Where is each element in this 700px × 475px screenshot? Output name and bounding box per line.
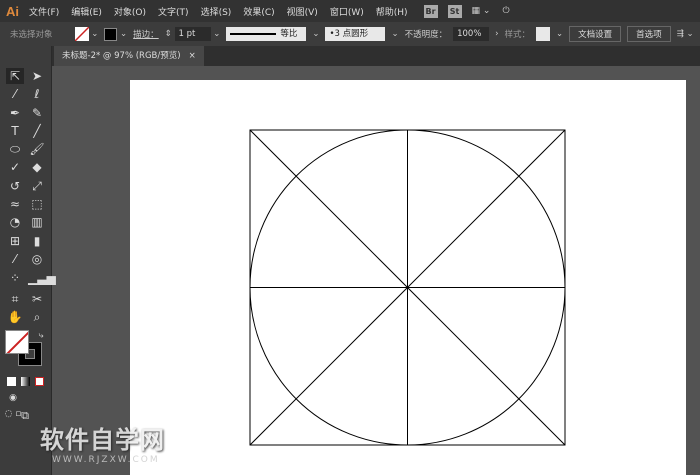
slice-tool-icon[interactable]: ✂ bbox=[28, 291, 46, 307]
lasso-tool-icon[interactable]: ℓ bbox=[28, 86, 46, 102]
control-bar: 未选择对象 ⌄ ⌄ 描边： ⇕ 1 pt ⌄ 等比 ⌄ • 3 点圆形 ⌄ 不透明度… bbox=[0, 22, 700, 46]
stroke-swatch[interactable]: ⌄ bbox=[104, 27, 127, 41]
opacity-label[interactable]: 不透明度： bbox=[405, 28, 448, 40]
gradient-mode-button[interactable] bbox=[21, 377, 30, 386]
eraser-tool-icon[interactable]: ◆ bbox=[28, 159, 46, 175]
opacity-input[interactable]: 100% bbox=[453, 27, 490, 41]
hand-tool-icon[interactable]: ✋ bbox=[6, 309, 24, 325]
type-tool-icon[interactable]: T bbox=[6, 123, 24, 139]
menu-window[interactable]: 窗口(W) bbox=[330, 5, 364, 18]
menu-help[interactable]: 帮助(H) bbox=[376, 5, 408, 18]
pen-tool-icon[interactable]: ✒ bbox=[6, 105, 24, 121]
app-logo: Ai bbox=[6, 3, 19, 19]
menu-select[interactable]: 选择(S) bbox=[201, 5, 232, 18]
close-tab-icon[interactable]: × bbox=[189, 51, 196, 61]
menu-view[interactable]: 视图(V) bbox=[287, 5, 318, 18]
watermark: 软件自学网 WWW.RJZXW.COM bbox=[40, 420, 165, 465]
menu-type[interactable]: 文字(T) bbox=[158, 5, 189, 18]
document-tab-bar: 未标题-2* @ 97% (RGB/预览) × bbox=[0, 46, 700, 66]
ellipse-tool-icon[interactable]: ⬭ bbox=[6, 141, 24, 157]
bridge-icon[interactable]: Br bbox=[423, 4, 438, 18]
style-swatch[interactable] bbox=[536, 27, 551, 41]
preferences-button[interactable]: 首选项 bbox=[627, 26, 671, 42]
document-setup-button[interactable]: 文档设置 bbox=[569, 26, 622, 42]
variable-width-profile[interactable]: 等比 bbox=[226, 27, 307, 41]
screen-mode-icon[interactable]: ⧉ bbox=[16, 408, 34, 424]
document-tab-title: 未标题-2* @ 97% (RGB/预览) bbox=[62, 51, 181, 61]
style-label: 样式： bbox=[504, 30, 531, 40]
line-tool-icon[interactable]: ╱ bbox=[28, 123, 46, 139]
stroke-weight-stepper[interactable]: ⇕ 1 pt ⌄ bbox=[165, 27, 220, 41]
menu-object[interactable]: 对象(O) bbox=[114, 5, 146, 18]
draw-mode-icon[interactable]: ◉ ◌ ▫ bbox=[4, 390, 22, 419]
selection-tool-icon[interactable]: ⇱ bbox=[6, 68, 24, 84]
artboard-tool-icon[interactable]: ⌗ bbox=[6, 291, 24, 307]
document-tab[interactable]: 未标题-2* @ 97% (RGB/预览) × bbox=[54, 46, 204, 66]
blend-tool-icon[interactable]: ◎ bbox=[28, 251, 46, 267]
curvature-tool-icon[interactable]: ✎ bbox=[28, 105, 46, 121]
rotate-tool-icon[interactable]: ↺ bbox=[6, 178, 24, 194]
menu-effect[interactable]: 效果(C) bbox=[243, 5, 274, 18]
symbol-sprayer-tool-icon[interactable]: ⁘ bbox=[6, 270, 24, 286]
direct-selection-tool-icon[interactable]: ➤ bbox=[28, 68, 46, 84]
brush-label: 3 点圆形 bbox=[334, 29, 369, 39]
paintbrush-tool-icon[interactable]: 🖌 bbox=[28, 141, 46, 157]
swap-fill-stroke-icon[interactable]: ⤷ bbox=[32, 328, 50, 344]
artboard[interactable] bbox=[130, 80, 686, 475]
profile-label: 等比 bbox=[280, 29, 298, 39]
fill-color-swatch[interactable] bbox=[5, 330, 29, 354]
opacity-expand-icon[interactable]: › bbox=[495, 29, 498, 39]
perspective-grid-tool-icon[interactable]: ▥ bbox=[28, 214, 46, 230]
brush-definition[interactable]: • 3 点圆形 bbox=[325, 27, 386, 41]
scale-tool-icon[interactable]: ⤢ bbox=[28, 178, 46, 194]
gradient-tool-icon[interactable]: ▮ bbox=[28, 233, 46, 249]
menu-edit[interactable]: 编辑(E) bbox=[71, 5, 102, 18]
stroke-weight-input[interactable]: 1 pt bbox=[174, 27, 211, 41]
warp-tool-icon[interactable]: ≈ bbox=[6, 196, 24, 212]
fill-swatch[interactable]: ⌄ bbox=[74, 27, 98, 41]
arrange-documents-icon[interactable]: ⇶ ⌄ bbox=[677, 29, 694, 39]
color-mode-button[interactable] bbox=[7, 377, 16, 386]
zoom-tool-icon[interactable]: ⌕ bbox=[28, 309, 46, 325]
tools-panel: ⇱ ➤ ⁄ ℓ ✒ ✎ T ╱ ⬭ 🖌 ✓ ◆ ↺ ⤢ ≈ ⬚ ◔ ▥ ⊞ ▮ … bbox=[0, 46, 56, 475]
watermark-url: WWW.RJZXW.COM bbox=[52, 455, 160, 465]
stroke-label[interactable]: 描边： bbox=[133, 28, 159, 40]
selection-status: 未选择对象 bbox=[10, 30, 53, 40]
artwork bbox=[249, 129, 566, 446]
eyedropper-tool-icon[interactable]: ⁄ bbox=[6, 251, 24, 267]
none-mode-button[interactable] bbox=[35, 377, 44, 386]
workspace-layout-icon[interactable]: ▦ ⌄ bbox=[472, 6, 491, 16]
stock-icon[interactable]: St bbox=[447, 4, 462, 18]
magic-wand-tool-icon[interactable]: ⁄ bbox=[6, 86, 24, 102]
gpu-performance-icon[interactable]: ⏻ bbox=[502, 6, 509, 16]
menu-bar: Ai 文件(F) 编辑(E) 对象(O) 文字(T) 选择(S) 效果(C) 视… bbox=[0, 0, 700, 22]
free-transform-tool-icon[interactable]: ⬚ bbox=[28, 196, 46, 212]
shape-builder-tool-icon[interactable]: ◔ bbox=[6, 214, 24, 230]
watermark-text: 软件自学网 bbox=[40, 426, 165, 454]
column-graph-tool-icon[interactable]: ▁▃▅ bbox=[28, 270, 56, 286]
shaper-tool-icon[interactable]: ✓ bbox=[6, 159, 24, 175]
menu-file[interactable]: 文件(F) bbox=[29, 5, 59, 18]
mesh-tool-icon[interactable]: ⊞ bbox=[6, 233, 24, 249]
